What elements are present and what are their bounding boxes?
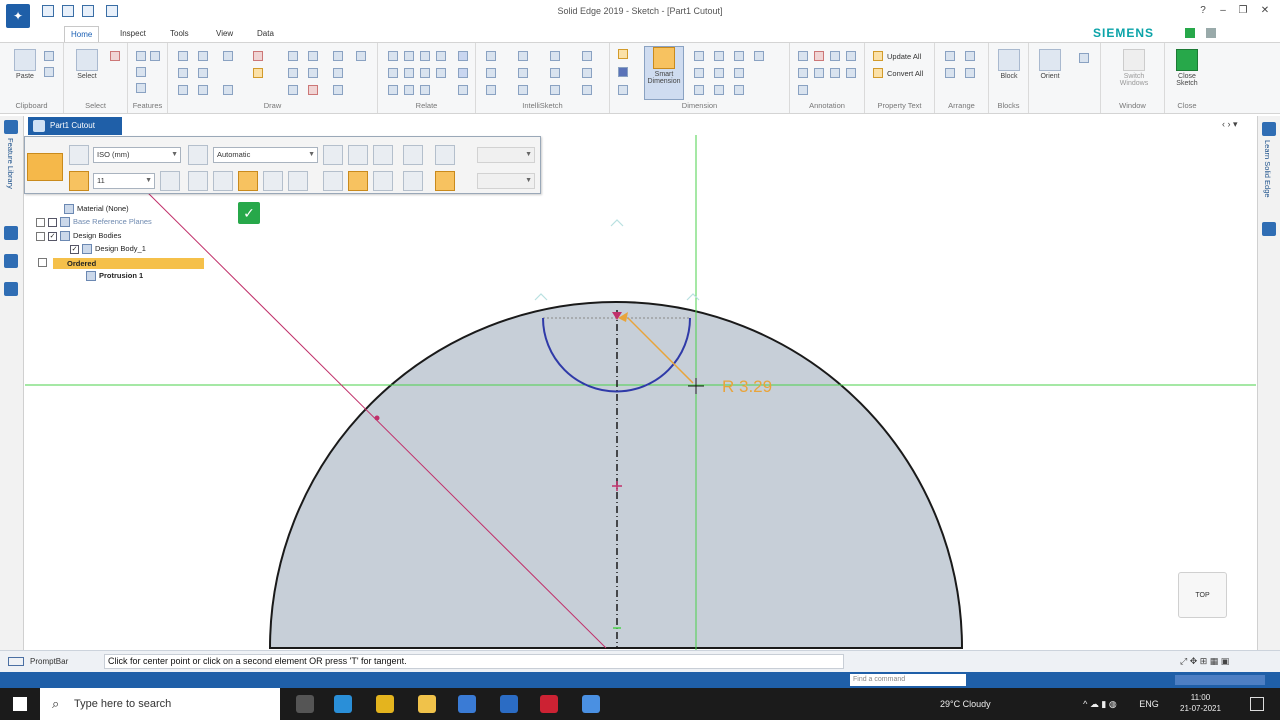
store-icon[interactable] xyxy=(458,695,476,713)
view-tools-icon[interactable]: ⤢ ✥ ⊞ ▦ ▣ xyxy=(1180,656,1229,667)
view-cube[interactable]: TOP xyxy=(1178,572,1227,618)
file-explorer-icon[interactable] xyxy=(418,695,436,713)
properties-button[interactable] xyxy=(69,171,89,191)
left-docking-bar: Feature Library xyxy=(0,116,24,650)
point-toggle-button[interactable] xyxy=(403,145,423,165)
feature-library-tab[interactable]: Feature Library xyxy=(6,138,15,189)
prompt-text: Click for center point or click on a sec… xyxy=(104,654,844,669)
planes-icon xyxy=(60,217,70,228)
sketch-canvas[interactable]: R 3.29 xyxy=(0,0,1280,650)
learn-icon[interactable] xyxy=(1262,122,1276,136)
expand-icon[interactable] xyxy=(36,231,45,241)
panel-nav-arrows-icon[interactable]: ‹ › ▾ xyxy=(1222,119,1238,130)
learn-solid-edge-tab[interactable]: Learn Solid Edge xyxy=(1263,140,1272,198)
dimension-style-dropdown[interactable]: ISO (mm) ▼ xyxy=(93,147,181,163)
doc-tab[interactable]: Part1 Cutout xyxy=(28,117,122,135)
view-button[interactable] xyxy=(435,171,455,191)
angle-dim-button[interactable] xyxy=(213,171,233,191)
tangent-arc-button[interactable] xyxy=(348,171,368,191)
edge-browser-icon[interactable] xyxy=(334,695,352,713)
solid-edge-taskbar-icon[interactable] xyxy=(582,695,600,713)
command-bar: ISO (mm) ▼ Automatic ▼ ▼ 11 ▼ ▼ xyxy=(24,136,541,194)
recorder-icon[interactable] xyxy=(540,695,558,713)
chevron-down-icon: ▼ xyxy=(525,177,532,184)
text-style-button[interactable] xyxy=(160,171,180,191)
color-button[interactable] xyxy=(403,171,423,191)
dimension-orient-button[interactable] xyxy=(323,145,343,165)
ordered-expand-icon[interactable] xyxy=(38,258,47,267)
part-doc-icon xyxy=(33,120,45,132)
promptbar-icon xyxy=(8,657,24,666)
notification-icon[interactable] xyxy=(1250,697,1264,711)
body-icon xyxy=(82,244,92,255)
horizontal-dim-button[interactable] xyxy=(188,171,208,191)
bodies-icon xyxy=(60,231,70,242)
disabled-dropdown-1: ▼ xyxy=(477,147,535,163)
link-button[interactable] xyxy=(435,145,455,165)
symmetric-dim-button[interactable] xyxy=(373,171,393,191)
weather-text[interactable]: 29°C Cloudy xyxy=(940,699,991,709)
feature-library-icon[interactable] xyxy=(4,120,18,134)
protrusion-icon xyxy=(86,271,96,282)
font-size-dropdown[interactable]: 11 ▼ xyxy=(93,173,155,189)
tree-item-design-body[interactable]: ✓ Design Body_1 xyxy=(70,244,146,255)
visibility-checkbox[interactable]: ✓ xyxy=(48,231,57,241)
language-indicator[interactable]: ENG xyxy=(1139,699,1159,709)
body-profile[interactable] xyxy=(268,301,964,649)
sensors-icon[interactable] xyxy=(4,254,18,268)
disabled-dropdown-2: ▼ xyxy=(477,173,535,189)
chevron-down-icon: ▼ xyxy=(145,177,152,184)
material-icon xyxy=(64,204,74,215)
layers-icon[interactable] xyxy=(4,226,18,240)
command-bar-handle[interactable] xyxy=(27,153,63,181)
system-tray: 29°C Cloudy ^ ☁ ▮ ◍ ENG xyxy=(940,688,1159,720)
tree-item-material[interactable]: Material (None) xyxy=(40,204,129,215)
dim-prefix-button[interactable] xyxy=(69,145,89,165)
facebook-icon[interactable] xyxy=(1262,222,1276,236)
find-command-input[interactable]: Find a command xyxy=(850,674,966,686)
visibility-checkbox[interactable]: ✓ xyxy=(70,244,79,254)
radius-dimension-label[interactable]: R 3.29 xyxy=(722,377,772,396)
tree-item-base-planes[interactable]: Base Reference Planes xyxy=(36,217,152,228)
system-clock[interactable]: 11:00 21-07-2021 xyxy=(1180,692,1221,714)
right-docking-bar: Learn Solid Edge xyxy=(1257,116,1280,650)
intersection-point xyxy=(374,415,380,421)
orientation-dropdown[interactable]: Automatic ▼ xyxy=(213,147,318,163)
accept-check-icon[interactable]: ✓ xyxy=(238,202,260,224)
tray-icons[interactable]: ^ ☁ ▮ ◍ xyxy=(1083,699,1117,709)
tree-item-ordered[interactable]: Ordered xyxy=(53,258,204,269)
tree-item-protrusion[interactable]: Protrusion 1 xyxy=(86,271,143,282)
radius-dim-button[interactable] xyxy=(238,171,258,191)
ghost-handle-icon xyxy=(610,219,624,227)
concentric-dim-button[interactable] xyxy=(288,171,308,191)
driven-dimension-button[interactable] xyxy=(373,145,393,165)
windows-taskbar: ⌕ Type here to search 29°C Cloudy ^ ☁ ▮ … xyxy=(0,688,1280,720)
chrome-icon[interactable] xyxy=(376,695,394,713)
dim-axis-button[interactable] xyxy=(188,145,208,165)
tree-item-design-bodies[interactable]: ✓ Design Bodies xyxy=(36,231,121,242)
driving-dimension-button[interactable] xyxy=(348,145,368,165)
family-icon[interactable] xyxy=(4,282,18,296)
zoom-slider[interactable] xyxy=(1175,675,1265,685)
task-view-icon[interactable] xyxy=(296,695,314,713)
search-icon: ⌕ xyxy=(52,696,60,711)
windows-start-icon[interactable] xyxy=(13,697,27,711)
chevron-down-icon: ▼ xyxy=(308,151,315,158)
promptbar-label: PromptBar xyxy=(30,657,69,666)
chevron-down-icon: ▼ xyxy=(171,151,178,158)
tangent-dim-button[interactable] xyxy=(323,171,343,191)
mail-icon[interactable] xyxy=(500,695,518,713)
taskbar-search-box[interactable]: ⌕ Type here to search xyxy=(40,688,280,720)
arc-length-button[interactable] xyxy=(263,171,283,191)
expand-icon[interactable] xyxy=(36,217,45,227)
status-bar: Find a command xyxy=(0,672,1280,688)
chevron-down-icon: ▼ xyxy=(525,151,532,158)
prompt-bar: PromptBar Click for center point or clic… xyxy=(0,650,1280,672)
ghost-handle-left-icon xyxy=(534,293,548,301)
ghost-handle-right-icon xyxy=(686,293,700,301)
visibility-checkbox[interactable] xyxy=(48,217,57,227)
